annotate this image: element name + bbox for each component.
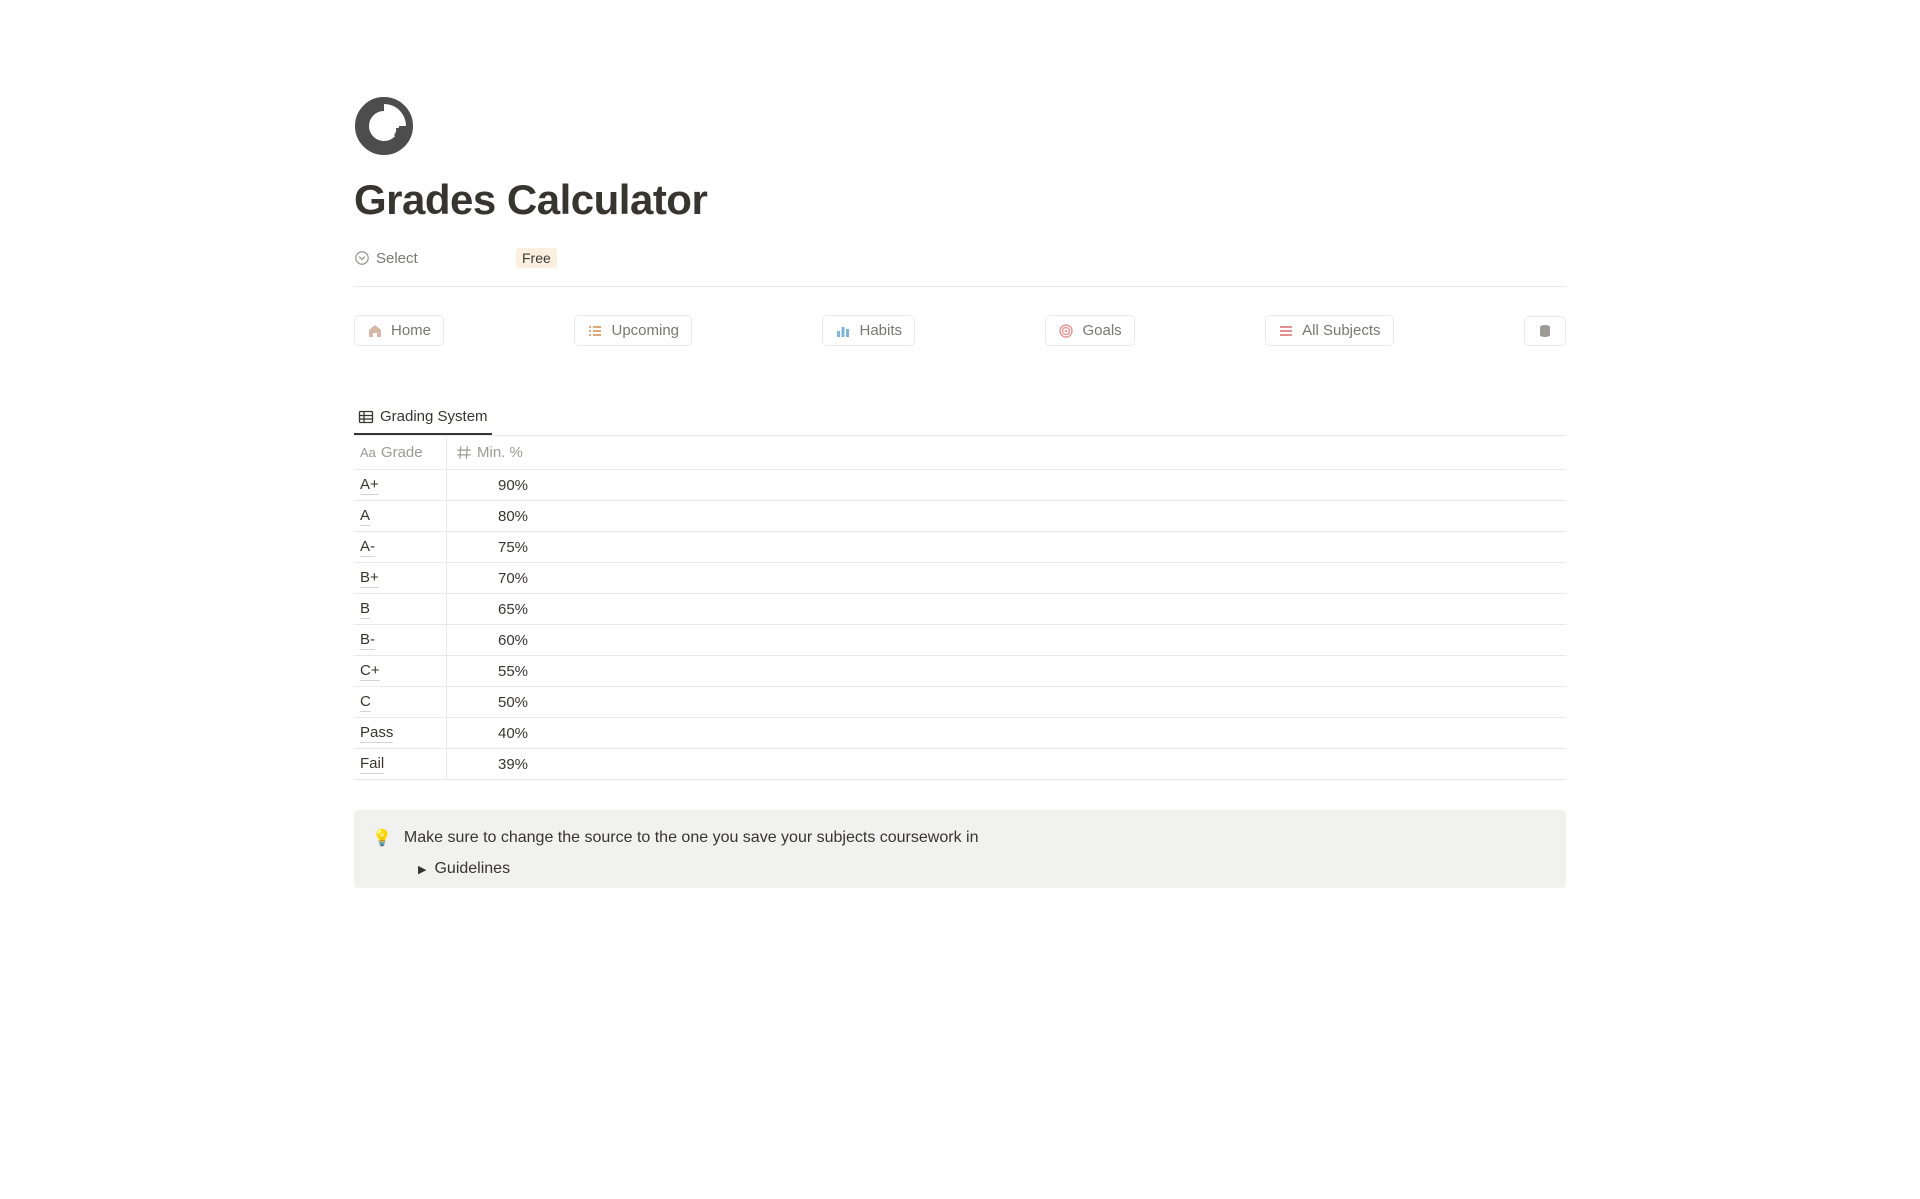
text-type-icon: Aa xyxy=(360,445,376,460)
bar-chart-icon xyxy=(835,323,851,339)
column-header-grade[interactable]: Aa Grade xyxy=(354,436,447,469)
table-row[interactable]: A+ 90% xyxy=(354,470,1566,501)
cell-grade[interactable]: B+ xyxy=(354,563,447,593)
nav-goals-button[interactable]: Goals xyxy=(1045,315,1134,346)
nav-all-subjects-button[interactable]: All Subjects xyxy=(1265,315,1393,346)
page-icon-donut xyxy=(354,96,414,156)
column-header-min-label: Min. % xyxy=(477,444,523,461)
guidelines-toggle[interactable]: ▶ Guidelines xyxy=(372,860,1548,878)
callout-block: 💡 Make sure to change the source to the … xyxy=(354,810,1566,888)
select-label: Select xyxy=(376,250,418,267)
nav-upcoming-label: Upcoming xyxy=(611,322,679,339)
grade-value: A- xyxy=(360,538,375,557)
list-icon xyxy=(587,323,603,339)
cell-grade[interactable]: C xyxy=(354,687,447,717)
tag-free[interactable]: Free xyxy=(516,248,557,268)
table-row[interactable]: C+ 55% xyxy=(354,656,1566,687)
callout-text: Make sure to change the source to the on… xyxy=(404,829,979,847)
nav-home-button[interactable]: Home xyxy=(354,315,444,346)
home-icon xyxy=(367,323,383,339)
grade-value: Fail xyxy=(360,755,384,774)
cell-min[interactable]: 80% xyxy=(447,501,1566,531)
table-row[interactable]: B+ 70% xyxy=(354,563,1566,594)
table-row[interactable]: Fail 39% xyxy=(354,749,1566,780)
cell-grade[interactable]: A- xyxy=(354,532,447,562)
properties-row: Select Free xyxy=(354,248,1566,287)
toggle-triangle-icon: ▶ xyxy=(418,863,426,876)
nav-database-button[interactable] xyxy=(1524,316,1566,346)
cell-grade[interactable]: Pass xyxy=(354,718,447,748)
hash-icon xyxy=(457,445,472,460)
cell-grade[interactable]: Fail xyxy=(354,749,447,779)
table-row[interactable]: B- 60% xyxy=(354,625,1566,656)
database-icon xyxy=(1537,323,1553,339)
grade-value: C+ xyxy=(360,662,380,681)
table-row[interactable]: A 80% xyxy=(354,501,1566,532)
nav-goals-label: Goals xyxy=(1082,322,1121,339)
nav-habits-button[interactable]: Habits xyxy=(822,315,915,346)
cell-min[interactable]: 39% xyxy=(447,749,1566,779)
lines-icon xyxy=(1278,323,1294,339)
nav-all-subjects-label: All Subjects xyxy=(1302,322,1380,339)
tab-grading-system-label: Grading System xyxy=(380,408,488,425)
cell-min[interactable]: 55% xyxy=(447,656,1566,686)
page-title: Grades Calculator xyxy=(354,176,1566,224)
guidelines-label: Guidelines xyxy=(434,860,510,878)
view-tabs: Grading System xyxy=(354,402,1566,435)
table-icon xyxy=(358,409,374,425)
table-row[interactable]: A- 75% xyxy=(354,532,1566,563)
column-header-grade-label: Grade xyxy=(381,444,423,461)
cell-grade[interactable]: A xyxy=(354,501,447,531)
cell-grade[interactable]: A+ xyxy=(354,470,447,500)
cell-grade[interactable]: B xyxy=(354,594,447,624)
grade-value: A+ xyxy=(360,476,379,495)
grade-value: B xyxy=(360,600,370,619)
cell-min[interactable]: 90% xyxy=(447,470,1566,500)
bulb-icon: 💡 xyxy=(372,828,392,848)
cell-grade[interactable]: C+ xyxy=(354,656,447,686)
cell-min[interactable]: 60% xyxy=(447,625,1566,655)
target-icon xyxy=(1058,323,1074,339)
grade-value: A xyxy=(360,507,370,526)
table-row[interactable]: Pass 40% xyxy=(354,718,1566,749)
grading-table: Aa Grade Min. % A+90%A80%A-75%B+70%B65%B… xyxy=(354,435,1566,780)
table-row[interactable]: B 65% xyxy=(354,594,1566,625)
cell-min[interactable]: 65% xyxy=(447,594,1566,624)
grade-value: B+ xyxy=(360,569,379,588)
cell-min[interactable]: 75% xyxy=(447,532,1566,562)
cell-min[interactable]: 40% xyxy=(447,718,1566,748)
table-row[interactable]: C 50% xyxy=(354,687,1566,718)
cell-grade[interactable]: B- xyxy=(354,625,447,655)
nav-habits-label: Habits xyxy=(859,322,902,339)
nav-home-label: Home xyxy=(391,322,431,339)
grade-value: Pass xyxy=(360,724,393,743)
table-header-row: Aa Grade Min. % xyxy=(354,436,1566,470)
cell-min[interactable]: 50% xyxy=(447,687,1566,717)
grade-value: C xyxy=(360,693,371,712)
select-property[interactable]: Select xyxy=(354,250,510,267)
nav-upcoming-button[interactable]: Upcoming xyxy=(574,315,692,346)
chevron-down-circle-icon xyxy=(354,250,370,266)
column-header-min[interactable]: Min. % xyxy=(447,436,1566,469)
grade-value: B- xyxy=(360,631,375,650)
tab-grading-system[interactable]: Grading System xyxy=(354,402,492,435)
cell-min[interactable]: 70% xyxy=(447,563,1566,593)
nav-row: Home Upcoming Habits xyxy=(354,315,1566,346)
